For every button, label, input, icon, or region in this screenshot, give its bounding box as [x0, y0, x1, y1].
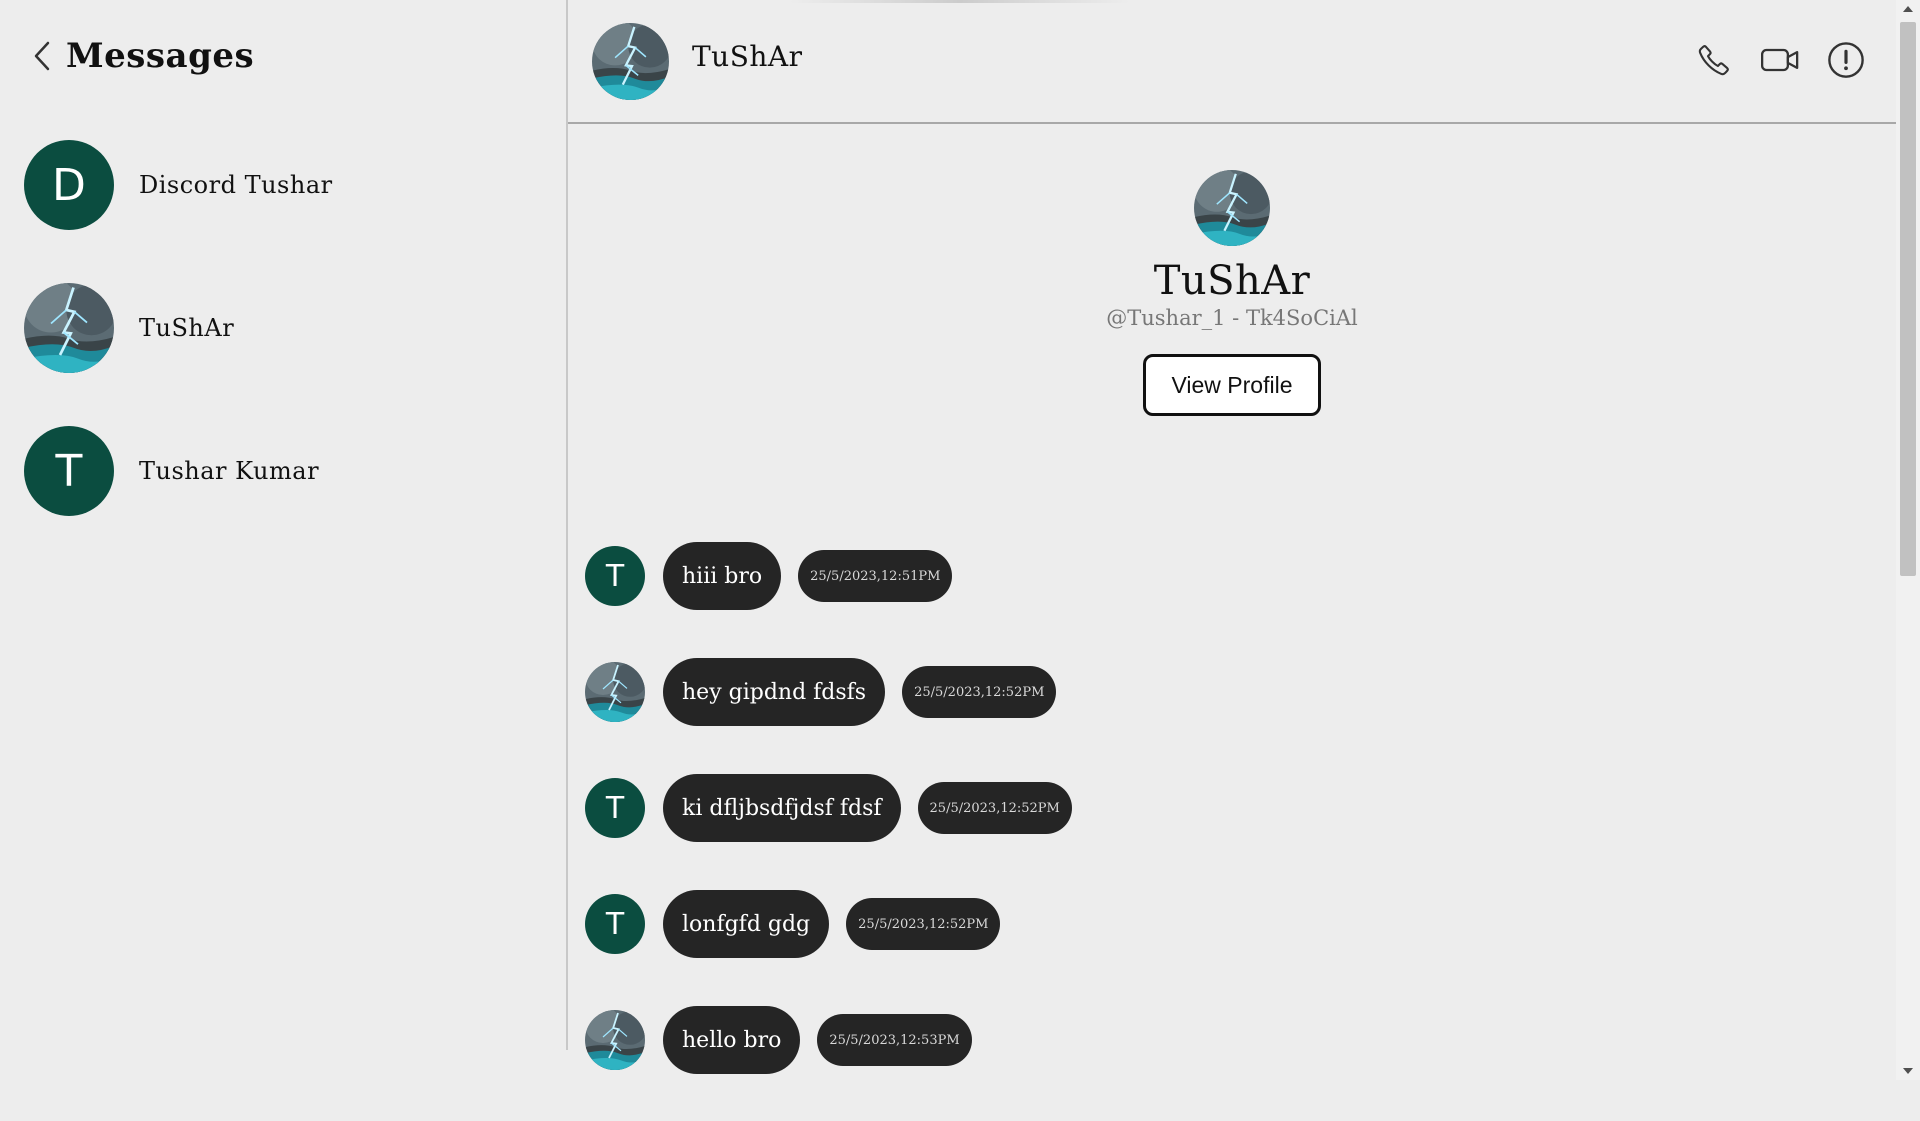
header-actions: [1694, 40, 1866, 80]
message-row: hello bro 25/5/2023,12:53PM: [585, 1005, 1885, 1075]
conversation-name: Tushar Kumar: [139, 457, 320, 485]
avatar: [1194, 170, 1270, 246]
message-bubble[interactable]: lonfgfd gdg: [663, 890, 830, 958]
message-list: T hiii bro 25/5/2023,12:51PM hey gipdnd …: [585, 541, 1885, 1121]
message-bubble[interactable]: hey gipdnd fdsfs: [663, 658, 886, 726]
conversation-item-tushar[interactable]: TuShAr: [24, 283, 544, 373]
conversation-name: Discord Tushar: [139, 171, 333, 199]
sidebar-title: Messages: [66, 36, 255, 76]
info-alert-icon[interactable]: [1826, 40, 1866, 80]
conversation-sidebar: Messages D Discord Tushar TuShAr T Tusha…: [0, 0, 568, 1050]
avatar: T: [24, 426, 114, 516]
message-row: T hiii bro 25/5/2023,12:51PM: [585, 541, 1885, 611]
avatar: T: [585, 778, 645, 838]
avatar: [585, 1010, 645, 1070]
chat-contact-name: TuShAr: [692, 40, 803, 73]
avatar: D: [24, 140, 114, 230]
conversation-item-tushar-kumar[interactable]: T Tushar Kumar: [24, 426, 544, 516]
scroll-down-arrow-icon[interactable]: [1903, 1068, 1913, 1074]
chevron-left-icon[interactable]: [30, 38, 54, 74]
message-bubble[interactable]: hiii bro: [663, 542, 782, 610]
message-row: hey gipdnd fdsfs 25/5/2023,12:52PM: [585, 657, 1885, 727]
phone-icon[interactable]: [1694, 40, 1734, 80]
message-row: T lonfgfd gdg 25/5/2023,12:52PM: [585, 889, 1885, 959]
video-camera-icon[interactable]: [1760, 40, 1800, 80]
avatar: [585, 662, 645, 722]
profile-handle: @Tushar_1 - Tk4SoCiAl: [1106, 306, 1358, 330]
message-timestamp: 25/5/2023,12:52PM: [902, 666, 1057, 718]
avatar[interactable]: [592, 23, 669, 100]
chat-panel: TuShAr TuShAr @Tushar_1 - Tk4SoCiAl View…: [568, 0, 1896, 1080]
profile-name: TuShAr: [1153, 258, 1311, 304]
sidebar-header: Messages: [30, 28, 254, 84]
view-profile-button[interactable]: View Profile: [1143, 354, 1321, 416]
message-bubble[interactable]: ki dfljbsdfjdsf fdsf: [663, 774, 901, 842]
avatar: [24, 283, 114, 373]
chat-header: TuShAr: [568, 0, 1896, 124]
conversation-item-discord-tushar[interactable]: D Discord Tushar: [24, 140, 544, 230]
avatar: T: [585, 894, 645, 954]
message-timestamp: 25/5/2023,12:52PM: [846, 898, 1001, 950]
conversation-name: TuShAr: [139, 314, 235, 342]
avatar: T: [585, 546, 645, 606]
message-row: T ki dfljbsdfjdsf fdsf 25/5/2023,12:52PM: [585, 773, 1885, 843]
scroll-up-arrow-icon[interactable]: [1903, 6, 1913, 12]
message-timestamp: 25/5/2023,12:52PM: [917, 782, 1072, 834]
message-timestamp: 25/5/2023,12:53PM: [817, 1014, 972, 1066]
message-timestamp: 25/5/2023,12:51PM: [798, 550, 953, 602]
page-scrollbar[interactable]: [1896, 0, 1920, 1080]
conversation-list: D Discord Tushar TuShAr T Tushar Kumar: [24, 140, 544, 569]
message-bubble[interactable]: hello bro: [663, 1006, 801, 1074]
profile-card: TuShAr @Tushar_1 - Tk4SoCiAl View Profil…: [568, 170, 1896, 416]
scrollbar-thumb[interactable]: [1900, 22, 1916, 576]
